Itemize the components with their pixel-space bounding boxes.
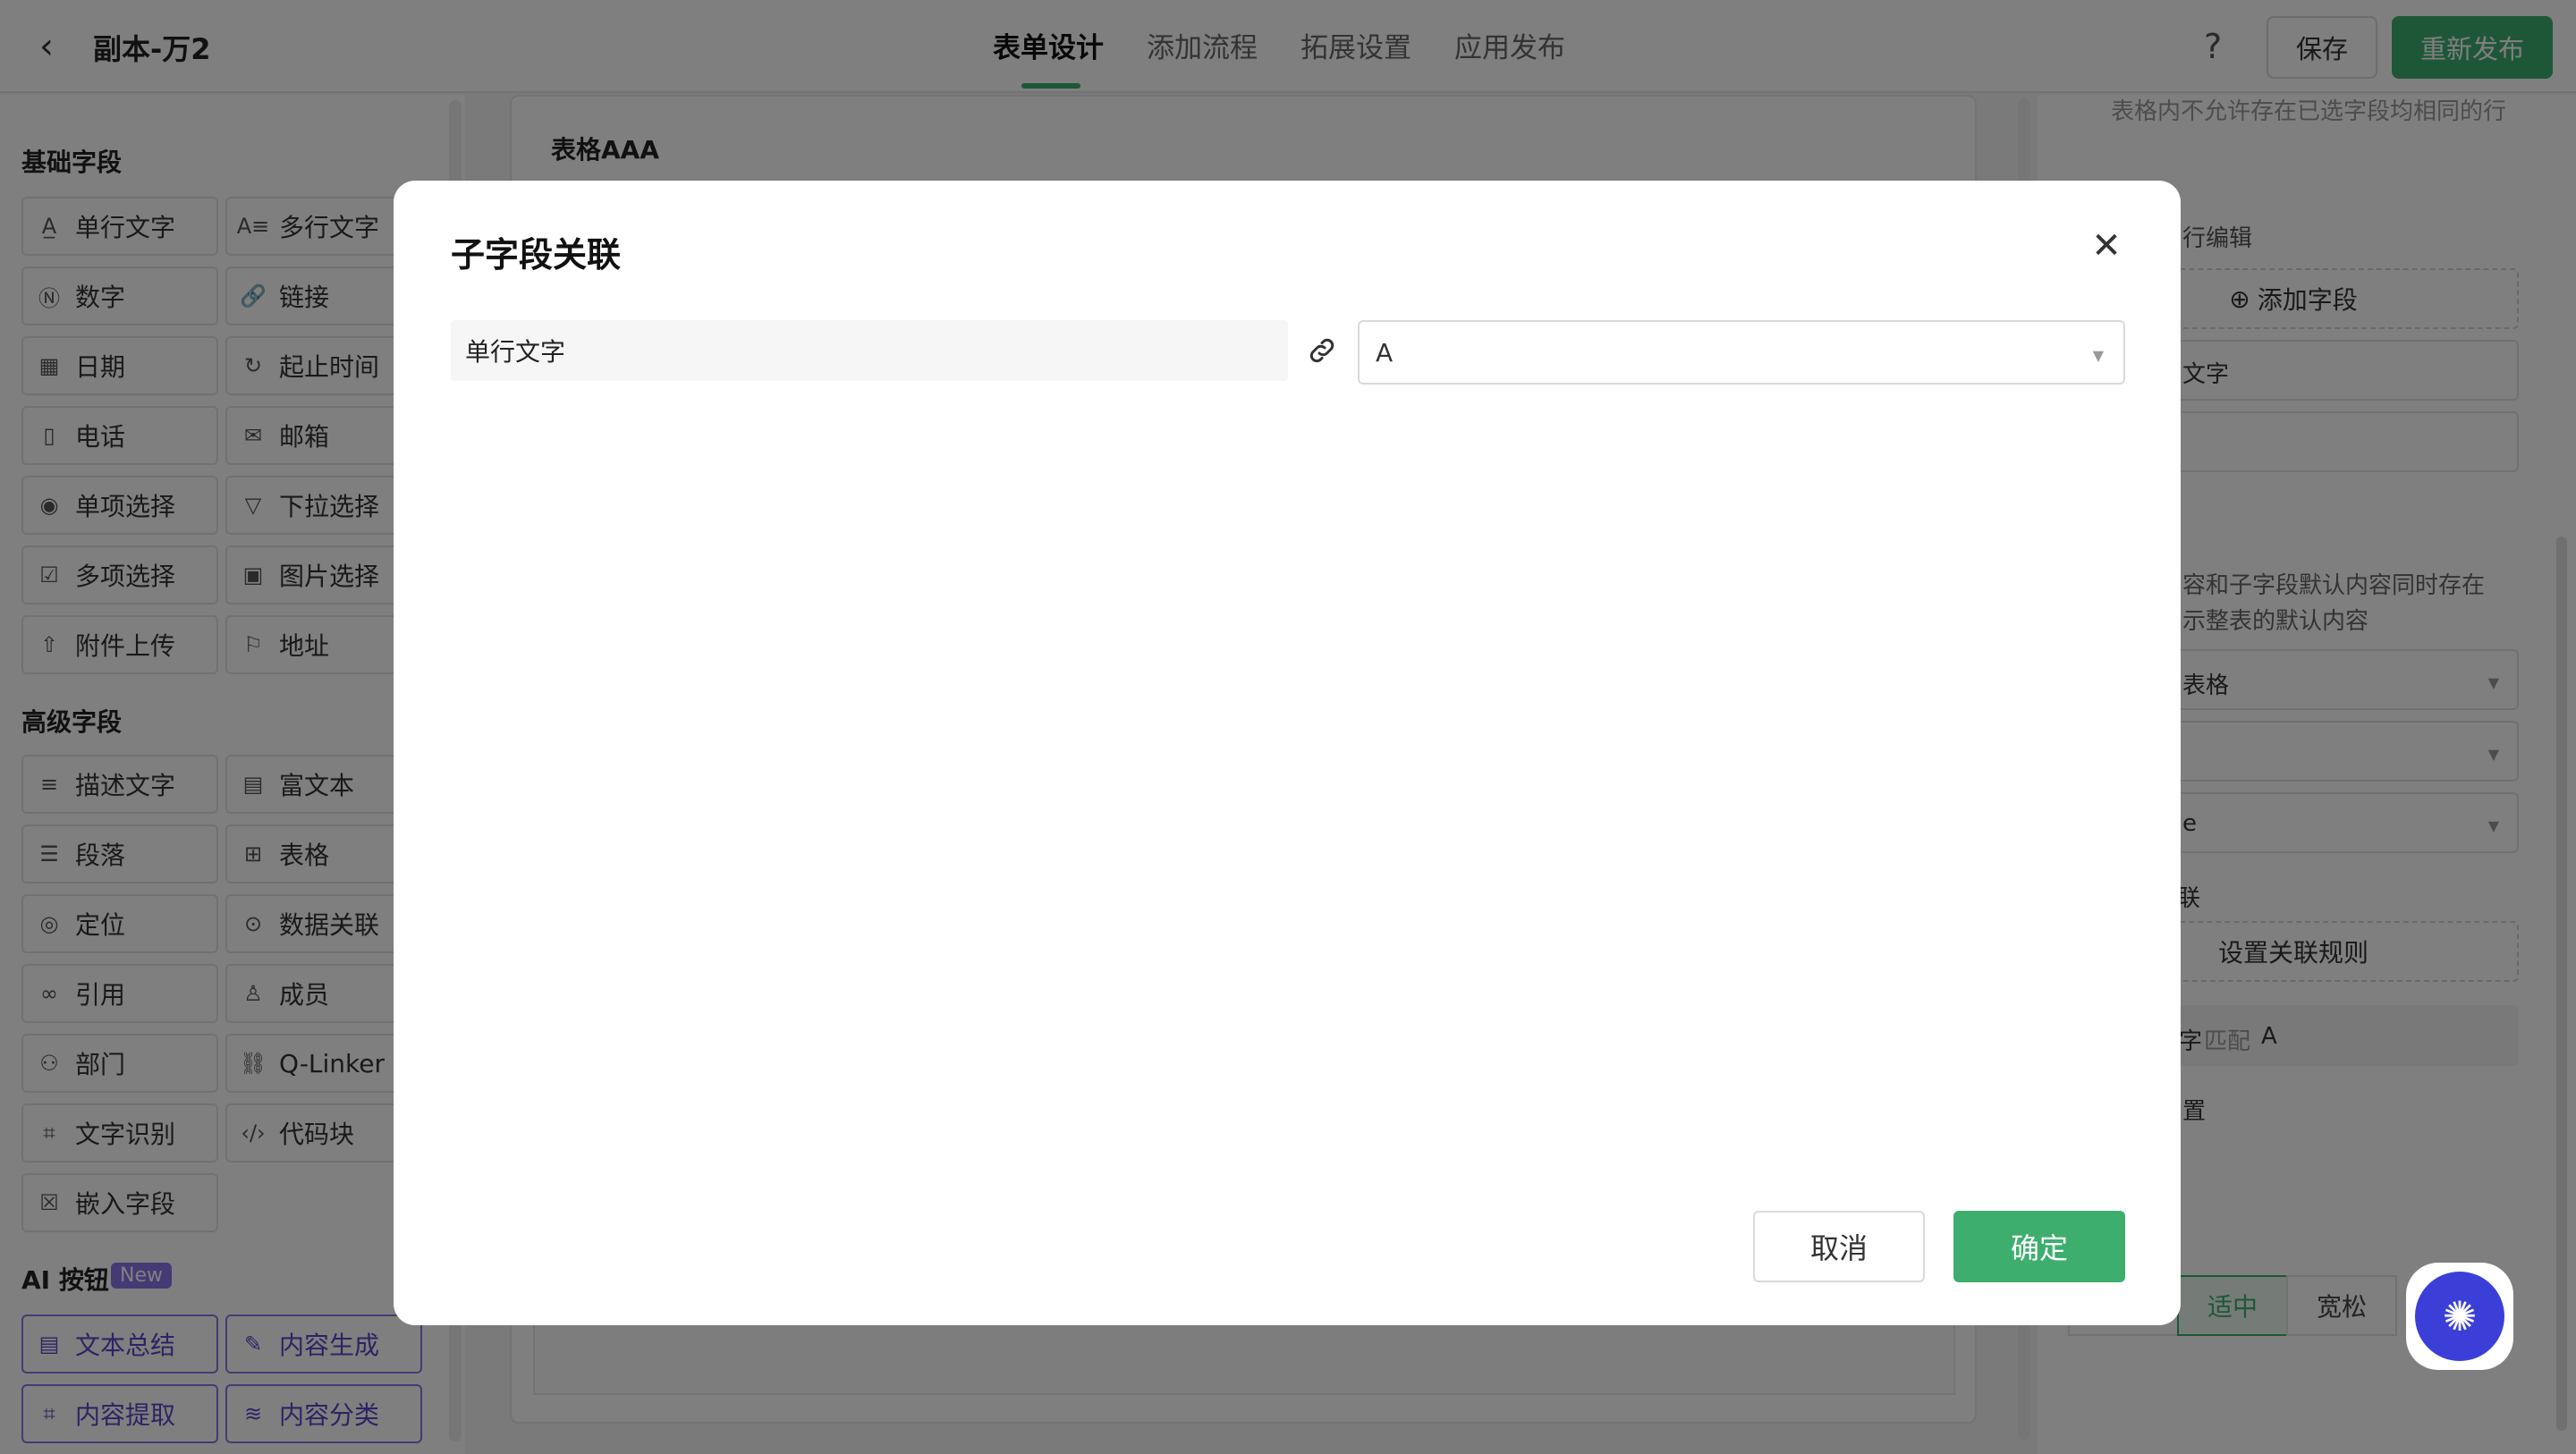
confirm-button[interactable]: 确定 (1953, 1211, 2125, 1282)
cancel-button[interactable]: 取消 (1753, 1211, 1925, 1282)
assistant-icon: ✺ (2415, 1272, 2504, 1361)
caret-down-icon: ▼ (2092, 347, 2104, 364)
close-icon[interactable]: ✕ (2084, 224, 2129, 268)
sub-field-link-dialog: 子字段关联 ✕ 单行文字 A ▼ 取消 确定 (394, 181, 2181, 1325)
dialog-title: 子字段关联 (451, 235, 622, 275)
source-field: 单行文字 (451, 320, 1288, 381)
target-field-value: A (1376, 337, 1394, 368)
target-field-select[interactable]: A ▼ (1358, 320, 2125, 385)
assistant-button[interactable]: ✺ (2406, 1263, 2513, 1370)
link-icon (1309, 338, 1335, 363)
